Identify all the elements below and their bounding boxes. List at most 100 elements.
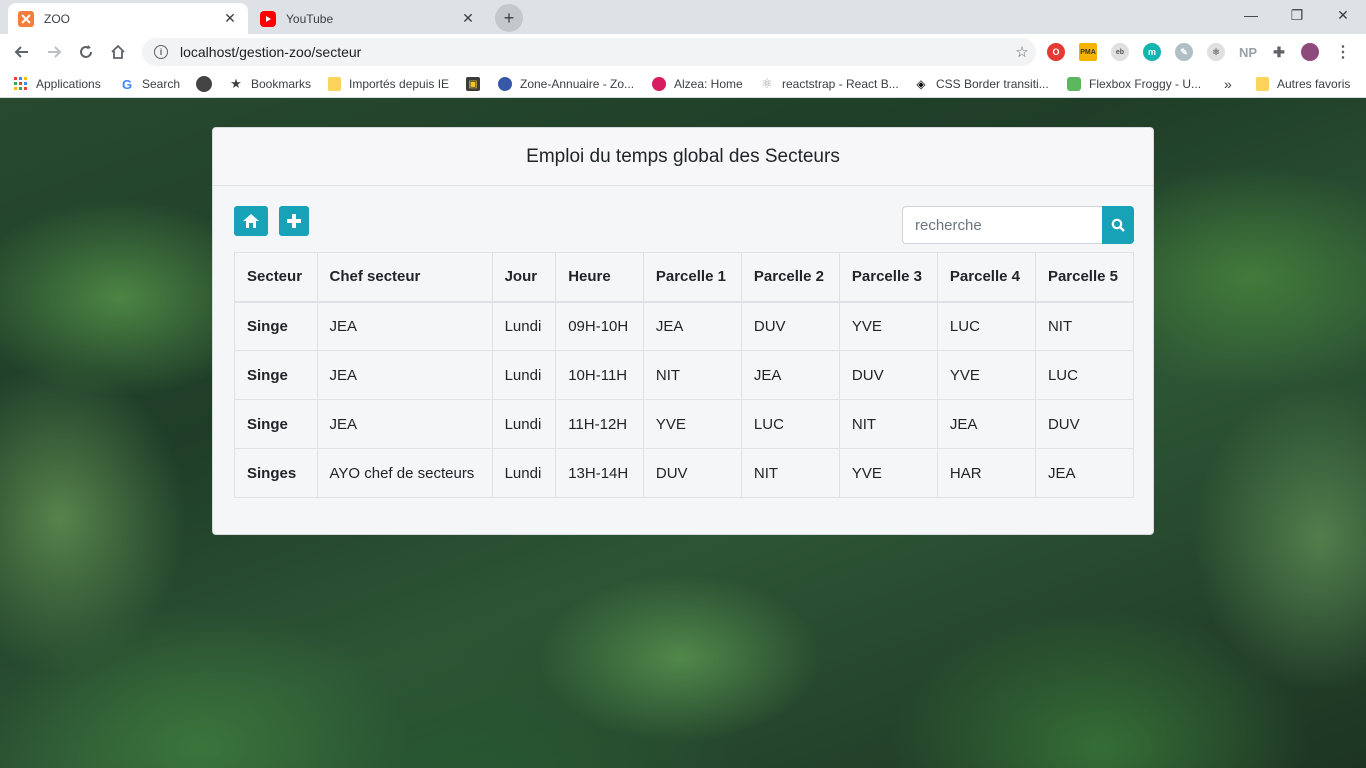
- table-cell: YVE: [838, 301, 938, 351]
- table-cell: DUV: [838, 350, 938, 400]
- bookmark-css-border[interactable]: ◈ CSS Border transiti...: [914, 75, 1049, 93]
- bookmarks-bar: Applications G Search ★ Bookmarks Import…: [0, 70, 1366, 98]
- table-cell: HAR: [936, 448, 1036, 498]
- home-icon[interactable]: [104, 38, 132, 66]
- m-extension-icon[interactable]: m: [1143, 43, 1161, 61]
- tab-strip: ZOO ✕ YouTube ✕ + — ❐ ✕: [0, 0, 1366, 34]
- codepen-icon: ◈: [916, 77, 926, 91]
- apps-grid-icon: [14, 77, 28, 91]
- new-tab-button[interactable]: +: [495, 4, 523, 32]
- bookmark-reactstrap[interactable]: ⚛ reactstrap - React B...: [760, 75, 899, 93]
- card-header: Emploi du temps global des Secteurs: [213, 128, 1153, 186]
- window-close-icon[interactable]: ✕: [1320, 0, 1366, 30]
- info-icon[interactable]: i: [154, 45, 168, 59]
- search-icon: [1111, 218, 1125, 232]
- bookmark-label: CSS Border transiti...: [936, 77, 1049, 91]
- add-button[interactable]: [279, 206, 309, 236]
- table-cell: YVE: [642, 399, 742, 449]
- table-cell: YVE: [838, 448, 938, 498]
- table-cell: LUC: [740, 399, 840, 449]
- eyedropper-extension-icon[interactable]: ✎: [1175, 43, 1193, 61]
- search-input[interactable]: [902, 206, 1102, 244]
- close-icon[interactable]: ✕: [222, 10, 238, 27]
- column-header: Secteur: [234, 252, 318, 303]
- ebay-extension-icon[interactable]: eb: [1111, 43, 1129, 61]
- table-cell: NIT: [838, 399, 938, 449]
- google-icon: G: [121, 76, 133, 92]
- column-header: Jour: [491, 252, 557, 303]
- star-icon: ★: [230, 76, 242, 91]
- table-cell: DUV: [740, 301, 840, 351]
- bookmark-label: Alzea: Home: [674, 77, 743, 91]
- bookmark-game[interactable]: ▣: [466, 75, 488, 93]
- table-cell: Lundi: [491, 399, 557, 449]
- bookmark-label: Flexbox Froggy - U...: [1089, 77, 1202, 91]
- browser-toolbar: i localhost/gestion-zoo/secteur ☆ O PMA …: [0, 34, 1366, 70]
- table-cell: JEA: [936, 399, 1036, 449]
- bookmark-search[interactable]: G Search: [120, 75, 180, 93]
- pma-extension-icon[interactable]: PMA: [1079, 43, 1097, 61]
- bookmark-label: reactstrap - React B...: [782, 77, 899, 91]
- circle-icon: [196, 76, 212, 92]
- tab-title: YouTube: [286, 11, 334, 26]
- star-icon[interactable]: ☆: [1008, 43, 1036, 61]
- forward-icon[interactable]: [40, 38, 68, 66]
- close-icon[interactable]: ✕: [460, 10, 476, 27]
- bookmark-importes[interactable]: Importés depuis IE: [328, 75, 449, 93]
- schedule-card: Emploi du temps global des Secteurs Sect…: [212, 127, 1154, 535]
- column-header: Parcelle 2: [740, 252, 840, 303]
- np-extension-icon[interactable]: NP: [1237, 43, 1259, 61]
- bookmark-zone-annuaire[interactable]: Zone-Annuaire - Zo...: [498, 75, 634, 93]
- chevron-double-right-icon: »: [1224, 76, 1232, 92]
- frog-icon: [1067, 77, 1081, 91]
- table-cell: 11H-12H: [555, 399, 644, 449]
- table-cell: Singe: [234, 350, 318, 400]
- minimize-icon[interactable]: —: [1228, 0, 1274, 30]
- bookmark-applications[interactable]: Applications: [14, 75, 101, 93]
- table-cell: Lundi: [491, 301, 557, 351]
- folder-icon: [328, 77, 341, 91]
- table-cell: 09H-10H: [555, 301, 644, 351]
- bookmark-label: Search: [142, 77, 181, 91]
- extensions-puzzle-icon[interactable]: ✚: [1270, 43, 1288, 61]
- address-bar[interactable]: i localhost/gestion-zoo/secteur ☆: [142, 38, 1036, 66]
- table-cell: LUC: [936, 301, 1036, 351]
- table-cell: JEA: [316, 399, 493, 449]
- table-header-row: Secteur Chef secteur Jour Heure Parcelle 1 Pa…: [234, 252, 1135, 303]
- bookmark-alzea[interactable]: Alzea: Home: [652, 75, 743, 93]
- tab-zoo[interactable]: ZOO ✕: [8, 3, 248, 34]
- bookmark-circle[interactable]: [196, 75, 220, 93]
- table-cell: Lundi: [491, 448, 557, 498]
- table-cell: JEA: [740, 350, 840, 400]
- bookmark-label: Autres favoris: [1277, 77, 1351, 91]
- table-cell: NIT: [642, 350, 742, 400]
- bookmark-flexbox-froggy[interactable]: Flexbox Froggy - U...: [1067, 75, 1201, 93]
- search-button[interactable]: [1102, 206, 1134, 244]
- back-icon[interactable]: [8, 38, 36, 66]
- globe-icon: [498, 77, 512, 91]
- table-cell: DUV: [1034, 399, 1135, 449]
- table-cell: Singe: [234, 399, 318, 449]
- table-cell: Singes: [234, 448, 318, 498]
- column-header: Parcelle 5: [1034, 252, 1135, 303]
- column-header: Chef secteur: [316, 252, 493, 303]
- tab-youtube[interactable]: YouTube ✕: [250, 3, 486, 34]
- bookmark-label: Applications: [36, 77, 101, 91]
- bookmark-autres-favoris[interactable]: Autres favoris: [1256, 75, 1350, 93]
- table-cell: 13H-14H: [555, 448, 644, 498]
- bookmark-bookmarks[interactable]: ★ Bookmarks: [229, 75, 311, 93]
- folder-icon: [1256, 77, 1269, 91]
- table-cell: JEA: [1034, 448, 1135, 498]
- more-bookmarks-button[interactable]: »: [1224, 75, 1232, 93]
- table-cell: DUV: [642, 448, 742, 498]
- opera-extension-icon[interactable]: O: [1047, 43, 1065, 61]
- reload-icon[interactable]: [72, 38, 100, 66]
- home-button[interactable]: [234, 206, 268, 236]
- react-devtools-icon[interactable]: ⚛: [1207, 43, 1225, 61]
- schedule-table: Secteur Chef secteur Jour Heure Parcelle 1 Pa…: [234, 252, 1135, 498]
- profile-avatar[interactable]: [1301, 43, 1319, 61]
- column-header: Heure: [555, 252, 644, 303]
- table-row: Singes AYO chef de secteurs Lundi 13H-14H DU…: [234, 448, 1135, 498]
- restore-icon[interactable]: ❐: [1274, 0, 1320, 30]
- menu-kebab-icon[interactable]: ⋮: [1334, 43, 1352, 61]
